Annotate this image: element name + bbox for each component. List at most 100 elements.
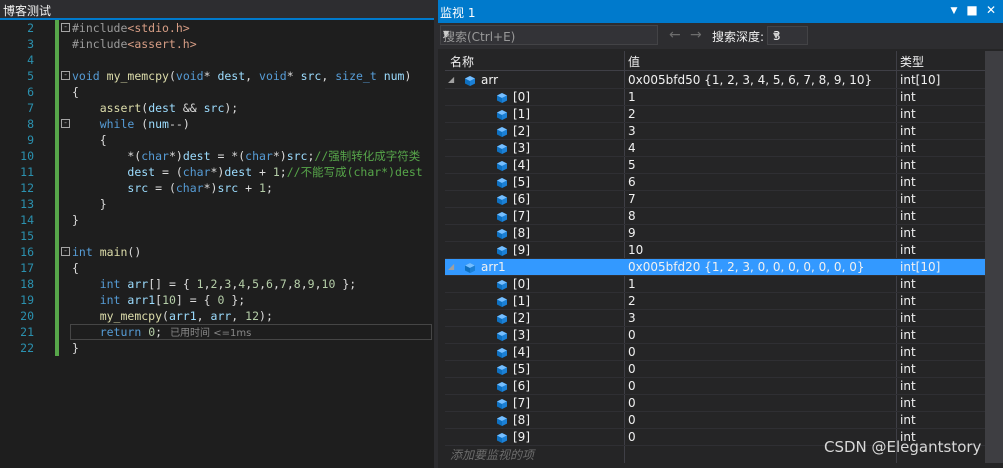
watch-name[interactable]: [3] [513, 328, 530, 342]
watch-name[interactable]: [9] [513, 243, 530, 257]
watch-variable-row[interactable]: ◢ arr1 0x005bfd20 {1, 2, 3, 0, 0, 0, 0, 0,… [445, 259, 985, 276]
watch-name[interactable]: [6] [513, 192, 530, 206]
code-line[interactable]: 4 [0, 52, 434, 68]
watch-value[interactable]: 4 [628, 141, 636, 155]
watch-value[interactable]: 10 [628, 243, 643, 257]
code-text[interactable]: *(char*)dest = *(char*)src;//强制转化成字符类 [72, 148, 420, 164]
code-line[interactable]: 17 { [0, 260, 434, 276]
watch-name[interactable]: [1] [513, 107, 530, 121]
watch-value[interactable]: 1 [628, 90, 636, 104]
watch-element-row[interactable]: [8] 9 int [445, 225, 985, 242]
watch-element-row[interactable]: [5] 0 int [445, 361, 985, 378]
vertical-scrollbar[interactable] [985, 51, 1003, 463]
code-line[interactable]: 3 #include<assert.h> [0, 36, 434, 52]
watch-value[interactable]: 7 [628, 192, 636, 206]
expand-toggle-icon[interactable]: ◢ [448, 75, 454, 84]
code-text[interactable]: my_memcpy(arr1, arr, 12); [72, 308, 273, 324]
close-icon[interactable]: ✕ [984, 3, 998, 17]
watch-element-row[interactable]: [2] 3 int [445, 310, 985, 327]
watch-value[interactable]: 1 [628, 277, 636, 291]
code-line[interactable]: 22} [0, 340, 434, 356]
code-line[interactable]: 2 - #include<stdio.h> [0, 20, 434, 36]
search-input[interactable]: 搜索(Ctrl+E) ⌕ ▼ [440, 25, 658, 45]
watch-value[interactable]: 0x005bfd50 {1, 2, 3, 4, 5, 6, 7, 8, 9, 1… [628, 73, 872, 87]
watch-element-row[interactable]: [5] 6 int [445, 174, 985, 191]
code-line[interactable]: 13 } [0, 196, 434, 212]
watch-value[interactable]: 0 [628, 396, 636, 410]
watch-element-row[interactable]: [6] 0 int [445, 378, 985, 395]
watch-name[interactable]: [0] [513, 277, 530, 291]
watch-element-row[interactable]: [1] 2 int [445, 293, 985, 310]
watch-value[interactable]: 0 [628, 328, 636, 342]
fold-toggle-icon[interactable]: - [61, 23, 70, 32]
editor-tab[interactable]: 博客测试 [0, 0, 434, 20]
watch-value[interactable]: 3 [628, 311, 636, 325]
code-line[interactable]: 19 int arr1[10] = { 0 }; [0, 292, 434, 308]
watch-name[interactable]: [4] [513, 158, 530, 172]
code-text[interactable]: #include<assert.h> [72, 36, 197, 52]
code-text[interactable]: { [72, 132, 107, 148]
watch-name[interactable]: [2] [513, 311, 530, 325]
watch-element-row[interactable]: [0] 1 int [445, 276, 985, 293]
code-text[interactable]: void my_memcpy(void* dest, void* src, si… [72, 68, 411, 84]
code-line[interactable]: 12 src = (char*)src + 1; [0, 180, 434, 196]
code-text[interactable]: { [72, 84, 79, 100]
code-line[interactable]: 8 - while (num--) [0, 116, 434, 132]
watch-value[interactable]: 2 [628, 294, 636, 308]
watch-name[interactable]: [8] [513, 226, 530, 240]
code-text[interactable]: while (num--) [72, 116, 190, 132]
watch-element-row[interactable]: [6] 7 int [445, 191, 985, 208]
watch-value[interactable]: 8 [628, 209, 636, 223]
watch-name[interactable]: [1] [513, 294, 530, 308]
code-line[interactable]: 15 [0, 228, 434, 244]
code-text[interactable]: { [72, 260, 79, 276]
watch-value[interactable]: 0 [628, 379, 636, 393]
code-editor[interactable]: 博客测试 2- #include<stdio.h> 3 #include<assert… [0, 0, 434, 468]
watch-name[interactable]: [5] [513, 362, 530, 376]
column-type-header[interactable]: 类型 [900, 53, 924, 70]
watch-name[interactable]: arr1 [481, 260, 506, 274]
code-line[interactable]: 16 - int main() [0, 244, 434, 260]
code-text[interactable]: } [72, 340, 79, 356]
expand-toggle-icon[interactable]: ◢ [448, 262, 454, 271]
watch-element-row[interactable]: [4] 0 int [445, 344, 985, 361]
watch-value[interactable]: 0 [628, 413, 636, 427]
code-text[interactable]: src = (char*)src + 1; [72, 180, 272, 196]
watch-name[interactable]: [7] [513, 209, 530, 223]
watch-name[interactable]: [4] [513, 345, 530, 359]
watch-name[interactable]: [3] [513, 141, 530, 155]
column-value-header[interactable]: 值 [628, 53, 640, 70]
watch-variable-row[interactable]: ◢ arr 0x005bfd50 {1, 2, 3, 4, 5, 6, 7, 8, … [445, 72, 985, 89]
code-text[interactable]: assert(dest && src); [72, 100, 239, 116]
code-text[interactable]: } [72, 196, 107, 212]
window-position-dropdown-icon[interactable]: ▼ [947, 6, 961, 16]
watch-name[interactable]: [0] [513, 90, 530, 104]
code-line[interactable]: 6{ [0, 84, 434, 100]
code-line[interactable]: 20 my_memcpy(arr1, arr, 12); [0, 308, 434, 324]
watch-element-row[interactable]: [3] 4 int [445, 140, 985, 157]
watch-element-row[interactable]: [7] 0 int [445, 395, 985, 412]
watch-name[interactable]: [8] [513, 413, 530, 427]
code-line[interactable]: 11 dest = (char*)dest + 1;//不能写成(char*)d… [0, 164, 434, 180]
watch-title-bar[interactable]: 监视 1 ▼ ■ ✕ [438, 0, 1003, 23]
watch-value[interactable]: 9 [628, 226, 636, 240]
watch-element-row[interactable]: [4] 5 int [445, 157, 985, 174]
code-line[interactable]: 5 - void my_memcpy(void* dest, void* src, … [0, 68, 434, 84]
search-dropdown-icon[interactable]: ▼ [443, 29, 654, 38]
watch-value[interactable]: 0 [628, 345, 636, 359]
watch-element-row[interactable]: [3] 0 int [445, 327, 985, 344]
watch-element-row[interactable]: [2] 3 int [445, 123, 985, 140]
code-text[interactable]: int arr[] = { 1,2,3,4,5,6,7,8,9,10 }; [72, 276, 356, 292]
watch-element-row[interactable]: [0] 1 int [445, 89, 985, 106]
watch-value[interactable]: 0x005bfd20 {1, 2, 3, 0, 0, 0, 0, 0, 0, 0… [628, 260, 865, 274]
watch-name[interactable]: [6] [513, 379, 530, 393]
watch-name[interactable]: [2] [513, 124, 530, 138]
watch-element-row[interactable]: [7] 8 int [445, 208, 985, 225]
watch-name[interactable]: [7] [513, 396, 530, 410]
code-text[interactable]: } [72, 212, 79, 228]
fold-toggle-icon[interactable]: - [61, 71, 70, 80]
search-back-icon[interactable]: ← [669, 27, 681, 43]
search-forward-icon[interactable]: → [690, 27, 702, 43]
watch-element-row[interactable]: [8] 0 int [445, 412, 985, 429]
watch-value[interactable]: 3 [628, 124, 636, 138]
